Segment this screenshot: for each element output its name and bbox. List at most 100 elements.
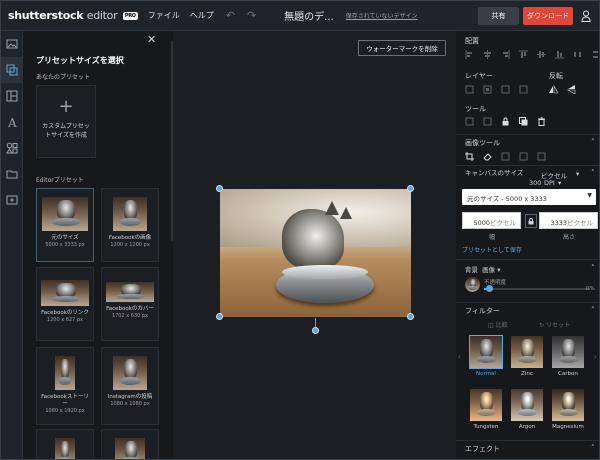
align-right-icon[interactable] <box>501 50 510 59</box>
unit-dropdown-icon[interactable]: ▾ <box>576 170 579 178</box>
resize-handle-top-left[interactable] <box>216 185 223 192</box>
filter-tungsten[interactable]: Tungsten <box>469 388 503 433</box>
reset-button[interactable]: ↻ リセット <box>539 320 570 329</box>
opacity-slider-knob[interactable] <box>486 285 494 292</box>
redo-icon[interactable]: ↷ <box>247 9 256 22</box>
transparency-icon[interactable] <box>519 152 528 161</box>
sidebar-item-more[interactable] <box>1 187 23 213</box>
align-top-icon[interactable] <box>519 50 528 59</box>
preset-thumbnail <box>115 438 145 459</box>
bring-front-icon[interactable] <box>483 85 492 94</box>
filter-next-icon[interactable]: › <box>594 353 597 361</box>
collapse-background-icon[interactable]: ˄ <box>591 264 595 272</box>
flip-icons <box>549 85 576 94</box>
canvas-image[interactable] <box>220 189 411 317</box>
filter-argon[interactable]: Argon <box>510 388 544 433</box>
dpi-label: DPI <box>544 179 555 187</box>
effects-label: エフェクト <box>465 445 500 453</box>
align-bottom-icon[interactable] <box>555 50 564 59</box>
divider <box>456 165 599 166</box>
send-backward-icon[interactable] <box>501 85 510 94</box>
menu-help[interactable]: ヘルプ <box>190 10 214 21</box>
eraser-icon[interactable] <box>483 152 492 161</box>
filter-zinc[interactable]: Zinc <box>510 335 544 380</box>
preset-name: Facebookのカバー <box>106 306 154 312</box>
lock-icon[interactable] <box>501 117 510 126</box>
distribute-vertical-icon[interactable] <box>591 50 600 59</box>
sidebar-item-text[interactable]: A <box>1 109 23 135</box>
close-icon[interactable]: ✕ <box>147 33 156 46</box>
resize-handle-bottom-left[interactable] <box>216 313 223 320</box>
sidebar-item-resize[interactable] <box>1 57 23 83</box>
resize-handle-top-right[interactable] <box>407 185 414 192</box>
transform-icon[interactable] <box>537 152 546 161</box>
menu-file[interactable]: ファイル <box>148 10 180 21</box>
remove-watermark-button[interactable]: ウォーターマークを削除 <box>358 40 446 56</box>
image-icon <box>6 39 18 49</box>
preset-facebook-image[interactable]: Facebookの画像 1200 x 1200 px <box>101 188 159 262</box>
preset-instagram-post[interactable]: Instagramの投稿 1080 x 1080 px <box>101 347 159 425</box>
preset-facebook-link[interactable]: Facebookのリンク 1200 x 627 px <box>36 267 94 341</box>
width-input[interactable]: 5000ピクセル <box>462 212 521 229</box>
preset-original[interactable]: 元のサイズ 5000 x 3333 px <box>36 188 94 262</box>
align-middle-icon[interactable] <box>537 50 546 59</box>
preset-more-1[interactable] <box>36 429 94 459</box>
trash-icon[interactable] <box>537 117 546 126</box>
filter-carbon[interactable]: Carbon <box>551 335 585 380</box>
filter-prev-icon[interactable]: ‹ <box>458 353 461 361</box>
adjust-icon[interactable] <box>501 152 510 161</box>
divider <box>456 259 599 260</box>
folder-icon <box>6 170 18 179</box>
size-preset-select[interactable]: 元のサイズ - 5000 x 3333 ▼ <box>462 189 596 205</box>
preset-size: 1080 x 1920 px <box>45 408 85 414</box>
align-center-icon[interactable] <box>483 50 492 59</box>
create-custom-preset-button[interactable]: + カスタムプリセットサイズを作成 <box>36 85 96 158</box>
collapse-filter-icon[interactable]: ˄ <box>591 306 595 314</box>
crop-tool-icon[interactable] <box>465 117 474 126</box>
distribute-horizontal-icon[interactable] <box>573 50 582 59</box>
filter-normal[interactable]: Normal <box>469 335 503 380</box>
save-preset-link[interactable]: プリセットとして保存 <box>462 245 522 254</box>
size-preset-value: 元のサイズ - 5000 x 3333 <box>467 195 547 203</box>
preset-thumbnail <box>42 197 88 231</box>
collapse-effects-icon[interactable]: ˄ <box>591 444 595 452</box>
document-title[interactable]: 無題のデ... <box>284 8 334 23</box>
dpi-dropdown-icon[interactable]: ▾ <box>558 179 561 187</box>
filter-magnesium[interactable]: Magnesium <box>551 388 585 433</box>
undo-icon[interactable]: ↶ <box>226 9 235 22</box>
download-button[interactable]: ダウンロード <box>523 7 573 25</box>
dpi-value[interactable]: 300 <box>529 179 541 187</box>
resize-handle-bottom-right[interactable] <box>407 313 414 320</box>
layer-label: レイヤー <box>465 72 493 80</box>
preset-facebook-cover[interactable]: Facebookのカバー 1702 x 630 px <box>101 267 159 341</box>
logo[interactable]: shutterstock editor PRO <box>1 9 138 22</box>
compare-button[interactable]: ◫ 比較 <box>488 320 508 329</box>
group-icon[interactable] <box>483 117 492 126</box>
background-thumbnail[interactable] <box>465 277 480 292</box>
aspect-lock-button[interactable] <box>525 214 537 228</box>
duplicate-icon[interactable] <box>519 117 528 126</box>
collapse-image-tools-icon[interactable]: ˄ <box>591 138 595 146</box>
opacity-slider[interactable] <box>484 285 590 292</box>
user-icon[interactable] <box>581 10 591 22</box>
sidebar-item-elements[interactable] <box>1 135 23 161</box>
layer-icons <box>465 85 528 94</box>
send-back-icon[interactable] <box>519 85 528 94</box>
crop-icon[interactable] <box>465 152 474 161</box>
flip-horizontal-icon[interactable] <box>549 85 558 94</box>
preset-facebook-story[interactable]: Facebookストーリー 1080 x 1920 px <box>36 347 94 425</box>
height-input[interactable]: 3333ピクセル <box>539 212 598 229</box>
align-left-icon[interactable] <box>465 50 474 59</box>
svg-text:A: A <box>7 116 17 128</box>
sidebar-item-templates[interactable] <box>1 83 23 109</box>
flip-vertical-icon[interactable] <box>567 85 576 94</box>
sidebar-item-images[interactable] <box>1 31 23 57</box>
background-type-select[interactable]: 画像 <box>482 266 495 274</box>
rotate-handle[interactable] <box>312 327 319 334</box>
collapse-canvas-size-icon[interactable]: ˄ <box>591 169 595 177</box>
sidebar-item-uploads[interactable] <box>1 161 23 187</box>
bring-forward-icon[interactable] <box>465 85 474 94</box>
filter-name: Carbon <box>558 371 578 377</box>
preset-more-2[interactable] <box>101 429 159 459</box>
share-button[interactable]: 共有 <box>478 7 519 25</box>
